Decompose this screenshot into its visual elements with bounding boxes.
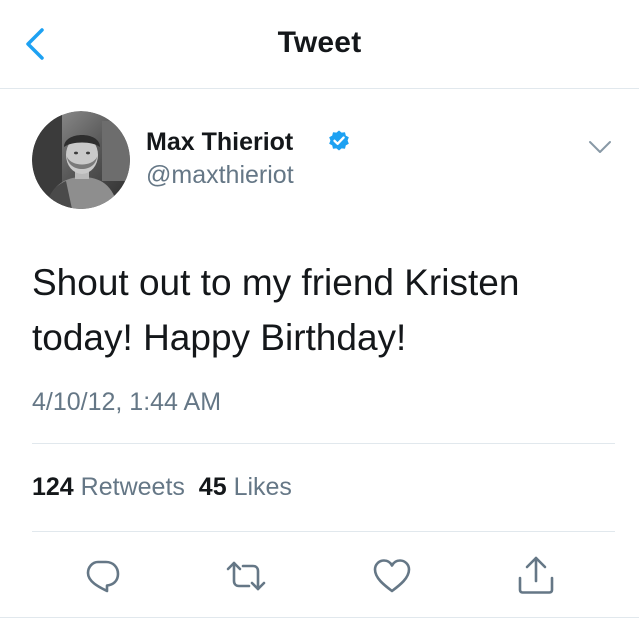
author-handle[interactable]: @maxthieriot <box>146 161 294 190</box>
divider <box>32 531 615 532</box>
chevron-down-icon <box>589 141 611 153</box>
retweets-label: Retweets <box>80 473 185 501</box>
tweet-text: Shout out to my friend Kristen today! Hap… <box>32 255 612 365</box>
navigation-bar: Tweet <box>0 0 639 89</box>
like-button[interactable] <box>370 554 414 598</box>
author-name[interactable]: Max Thieriot <box>146 128 293 157</box>
divider <box>32 443 615 444</box>
verified-badge-icon <box>327 129 351 153</box>
likes-label: Likes <box>233 473 292 501</box>
tweet-timestamp: 4/10/12, 1:44 AM <box>32 388 222 416</box>
share-button[interactable] <box>514 554 558 598</box>
retweets-stat[interactable]: 124 Retweets <box>32 473 185 501</box>
more-options-button[interactable] <box>587 138 613 156</box>
tweet-text-line: Shout out to my friend Kristen <box>32 262 520 303</box>
likes-stat[interactable]: 45 Likes <box>199 473 292 501</box>
retweets-count: 124 <box>32 473 74 501</box>
retweet-icon <box>226 561 266 591</box>
page-title: Tweet <box>277 26 362 59</box>
avatar-image <box>32 111 130 209</box>
share-icon <box>518 556 554 594</box>
divider <box>0 617 639 618</box>
tweet-stats: 124 Retweets 45 Likes <box>32 473 292 502</box>
reply-button[interactable] <box>80 554 124 598</box>
avatar[interactable] <box>32 111 130 209</box>
retweet-button[interactable] <box>224 554 268 598</box>
reply-icon <box>86 560 120 593</box>
like-icon <box>373 559 411 593</box>
likes-count: 45 <box>198 473 227 501</box>
tweet-text-line: today! Happy Birthday! <box>32 317 407 358</box>
